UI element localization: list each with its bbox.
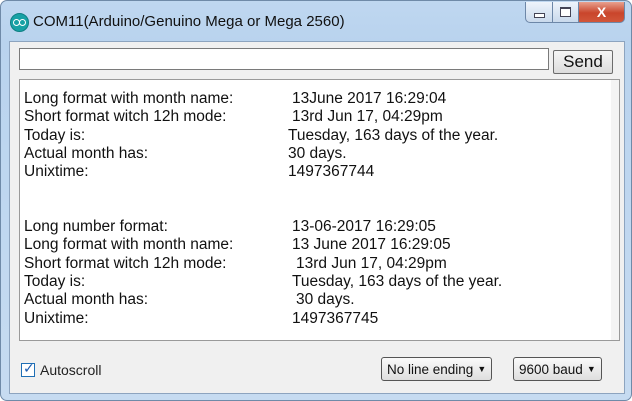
autoscroll-label[interactable]: Autoscroll xyxy=(40,362,101,378)
arduino-icon xyxy=(10,13,29,32)
output-line: Unixtime: 1497367745 xyxy=(24,309,378,328)
line-ending-value: No line ending xyxy=(387,361,474,377)
output-line: Long number format: 13-06-2017 16:29:05 xyxy=(24,218,436,236)
output-line: Today is: Tuesday, 163 days of the year. xyxy=(24,273,502,291)
output-line-label: Short format witch 12h mode: xyxy=(24,108,227,126)
output-line-label: Short format witch 12h mode: xyxy=(24,254,227,272)
minimize-button[interactable] xyxy=(525,2,553,23)
minimize-icon xyxy=(533,12,545,18)
maximize-button[interactable] xyxy=(553,2,579,23)
output-line: Short format witch 12h mode: 13rd Jun 17,… xyxy=(24,108,443,126)
baud-rate-value: 9600 baud xyxy=(519,361,583,377)
output-line: Today is: Tuesday, 163 days of the year. xyxy=(24,126,498,145)
output-line-value: Tuesday, 163 days of the year. xyxy=(288,126,499,144)
output-line-label: Today is: xyxy=(24,126,86,144)
output-line-label: Long format with month name: xyxy=(24,90,234,107)
output-line-label: Unixtime: xyxy=(24,309,89,327)
output-line-label: Unixtime: xyxy=(24,163,89,181)
output-line: Long format with month name: 13June 2017 … xyxy=(24,90,446,108)
output-line: Unixtime: 1497367744 xyxy=(24,163,374,181)
output-line-value: 1497367744 xyxy=(288,163,375,181)
serial-input[interactable] xyxy=(19,48,549,70)
close-icon: X xyxy=(596,4,607,20)
output-line-label: Today is: xyxy=(24,273,86,290)
output-line-label: Long number format: xyxy=(24,218,168,236)
output-line-label: Actual month has: xyxy=(24,144,149,162)
line-ending-select[interactable]: No line ending ▼ xyxy=(381,357,493,381)
output-line-value: 13-06-2017 16:29:05 xyxy=(292,218,436,236)
output-line-value: 30 days. xyxy=(296,291,355,309)
output-line-label: Actual month has: xyxy=(24,291,149,309)
serial-monitor-window: COM11(Arduino/Genuino Mega or Mega 2560)… xyxy=(0,0,632,401)
output-line: Short format witch 12h mode: 13rd Jun 17,… xyxy=(24,254,447,273)
output-line-value: 1497367745 xyxy=(292,309,379,327)
serial-monitor-body: Send Long format with month name: 13June … xyxy=(9,41,625,394)
status-bar: ✓ Autoscroll No line ending ▼ 9600 baud … xyxy=(10,342,624,392)
output-line-value: Tuesday, 163 days of the year. xyxy=(292,273,503,290)
output-line-value: 13rd Jun 17, 04:29pm xyxy=(296,254,447,272)
close-button[interactable]: X xyxy=(579,2,625,23)
maximize-icon xyxy=(560,7,571,17)
caption-buttons: X xyxy=(525,2,625,24)
output-line-value: 13 June 2017 16:29:05 xyxy=(292,236,451,254)
window-title: COM11(Arduino/Genuino Mega or Mega 2560) xyxy=(33,13,345,30)
output-scrollbar[interactable] xyxy=(611,80,619,340)
output-line-value: 13rd Jun 17, 04:29pm xyxy=(292,108,443,126)
send-button[interactable]: Send xyxy=(553,50,613,74)
baud-rate-select[interactable]: 9600 baud ▼ xyxy=(513,357,602,381)
output-line-value: 13June 2017 16:29:04 xyxy=(292,90,447,107)
caret-down-icon: ▼ xyxy=(477,364,487,374)
caret-down-icon: ▼ xyxy=(586,364,596,374)
output-line: Long format with month name: 13 June 2017… xyxy=(24,236,451,254)
output-line-value: 30 days. xyxy=(288,144,347,162)
checkmark-icon: ✓ xyxy=(23,360,35,376)
output-line: Actual month has: 30 days. xyxy=(24,291,355,309)
title-bar[interactable]: COM11(Arduino/Genuino Mega or Mega 2560)… xyxy=(1,1,631,41)
output-line-label: Long format with month name: xyxy=(24,236,234,254)
autoscroll-checkbox[interactable]: ✓ xyxy=(21,360,35,377)
output-line: Actual month has: 30 days. xyxy=(24,144,347,163)
serial-output[interactable]: Long format with month name: 13June 2017 … xyxy=(19,79,620,341)
